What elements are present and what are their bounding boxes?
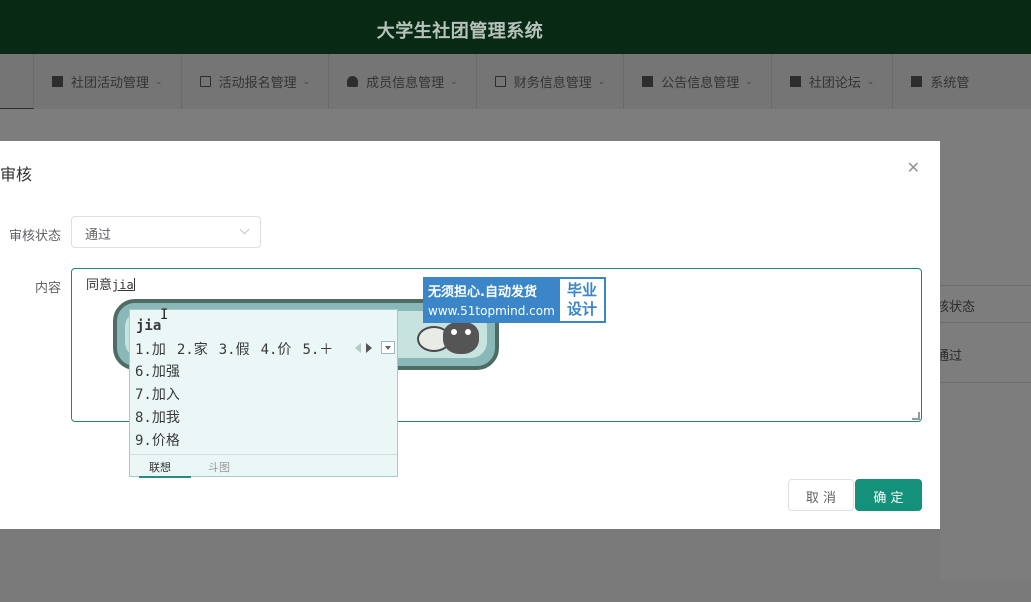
settings-icon	[911, 76, 923, 87]
composing-text: jia	[112, 278, 134, 292]
ime-tabs: 联想 斗图	[130, 454, 397, 478]
monitor-icon	[789, 76, 801, 87]
ime-candidate-panel: jia 1.加 2.家 3.假 4.价 5.＋ 6.加强 7.加入 8.加我 9.价格 …	[129, 309, 398, 478]
ime-candidate[interactable]: 8.加我	[135, 407, 180, 430]
cancel-button[interactable]: 取 消	[788, 479, 854, 511]
ad-badge-line1: 毕业	[566, 281, 597, 299]
ime-candidate[interactable]: 3.假	[219, 342, 250, 358]
next-page-icon[interactable]	[366, 343, 372, 353]
nav-item-system[interactable]: 系统管	[893, 54, 987, 109]
main-nav: 社团活动管理 ⌄ 活动报名管理 ⌄ 成员信息管理 ⌄ 财务信息管理 ⌄ 公告信息…	[0, 54, 1031, 109]
status-label: 审核状态	[9, 229, 62, 244]
table-cell-status: 通过	[930, 323, 1031, 383]
nav-label: 社团论坛	[808, 76, 861, 91]
resize-handle[interactable]	[912, 412, 920, 420]
ime-candidate[interactable]: 1.加	[135, 342, 166, 358]
chevron-down-icon: ⌄	[155, 76, 163, 87]
status-select[interactable]: 通过	[71, 216, 261, 248]
nav-label: 系统管	[930, 76, 970, 91]
crop-icon	[494, 76, 506, 87]
nav-label: 财务信息管理	[513, 76, 592, 91]
nav-label: 公告信息管理	[661, 76, 740, 91]
close-icon[interactable]: ✕	[907, 158, 920, 177]
ad-line2: www.51topmind.com	[428, 304, 555, 318]
ime-pager	[354, 340, 398, 356]
ime-candidate-row: 1.加 2.家 3.假 4.价 5.＋	[135, 339, 344, 359]
chevron-down-icon: ⌄	[745, 76, 753, 87]
confirm-button[interactable]: 确 定	[855, 479, 922, 511]
ime-pinyin: jia	[136, 318, 162, 334]
book-icon	[52, 76, 63, 87]
nav-item-prev[interactable]	[0, 54, 34, 109]
expand-icon[interactable]	[381, 341, 395, 354]
nav-item-finance[interactable]: 财务信息管理 ⌄	[477, 54, 625, 109]
nav-label: 活动报名管理	[218, 76, 297, 91]
nav-item-announcements[interactable]: 公告信息管理 ⌄	[624, 54, 772, 109]
card-icon	[199, 76, 211, 87]
ime-tab-sticker[interactable]: 斗图	[208, 459, 230, 475]
cat-mascot-icon	[415, 318, 485, 360]
ad-badge: 毕业 设计	[558, 277, 606, 323]
watermark-ad: 无须担心.自动发货 www.51topmind.com 毕业 设计	[423, 277, 606, 323]
text-caret	[133, 278, 135, 291]
nav-item-registration[interactable]: 活动报名管理 ⌄	[182, 54, 330, 109]
nav-label: 社团活动管理	[71, 76, 150, 91]
content-label: 内容	[35, 281, 62, 296]
nav-label: 成员信息管理	[366, 76, 445, 91]
ime-candidate[interactable]: 4.价	[261, 342, 292, 358]
chevron-down-icon: ⌄	[866, 76, 875, 87]
chevron-down-icon: ⌄	[597, 76, 606, 87]
status-select-value: 通过	[85, 228, 112, 243]
person-icon	[347, 76, 359, 87]
ime-tab-association[interactable]: 联想	[139, 459, 191, 478]
ime-candidate[interactable]: 2.家	[177, 342, 208, 358]
ime-candidate-list: 6.加强 7.加入 8.加我 9.价格	[135, 361, 180, 453]
ime-candidate[interactable]: 5.＋	[302, 342, 333, 358]
top-header: 大学生社团管理系统	[0, 0, 1031, 54]
chevron-down-icon	[239, 224, 250, 235]
ime-candidate[interactable]: 7.加入	[135, 384, 180, 407]
ad-text-block: 无须担心.自动发货 www.51topmind.com	[423, 277, 558, 323]
ad-line1: 无须担心.自动发货	[428, 285, 537, 300]
ad-badge-line2: 设计	[566, 300, 597, 318]
chevron-down-icon: ⌄	[450, 76, 458, 87]
app-title: 大学生社团管理系统	[376, 21, 544, 42]
announce-icon	[642, 76, 654, 87]
prev-page-icon[interactable]	[355, 343, 361, 353]
dialog-title: 审核	[0, 165, 33, 184]
content-text: 同意	[86, 278, 113, 293]
text-cursor-icon: I	[160, 307, 169, 323]
nav-item-club-activity[interactable]: 社团活动管理 ⌄	[34, 54, 182, 109]
table-header-status: 核状态	[930, 285, 1031, 323]
ime-candidate[interactable]: 9.价格	[135, 430, 180, 453]
chevron-down-icon: ⌄	[302, 76, 311, 87]
nav-item-forum[interactable]: 社团论坛 ⌄	[772, 54, 894, 109]
nav-item-members[interactable]: 成员信息管理 ⌄	[329, 54, 477, 109]
ime-candidate[interactable]: 6.加强	[135, 361, 180, 384]
